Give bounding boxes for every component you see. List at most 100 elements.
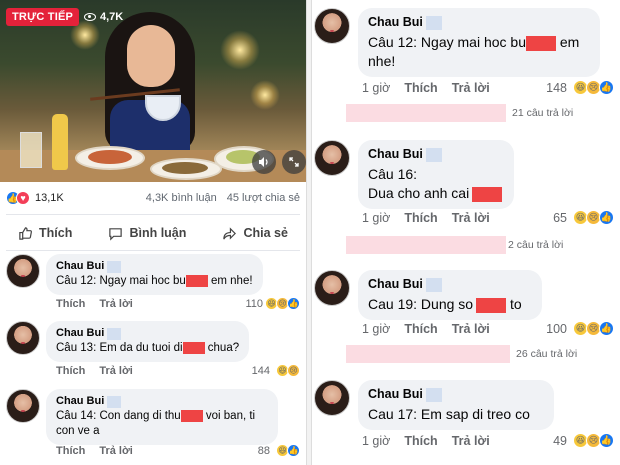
comment-like-link[interactable]: Thích (56, 445, 85, 457)
like-button[interactable]: Thích (18, 226, 72, 241)
view-replies[interactable]: 2 câu trả lời (346, 236, 614, 254)
redaction-box (182, 341, 205, 354)
comment-reaction-count[interactable]: 49 😆 😢 👍 (553, 433, 614, 448)
comment-bubble: Chau Bui Câu 16: Dua cho anh cai (358, 140, 514, 209)
reply-count-label[interactable]: 2 câu trả lời (508, 239, 563, 251)
comment-item: Chau Bui Câu 12: Ngay mai hoc bu em nhe! (314, 8, 600, 77)
like-icon: 👍 (287, 444, 300, 457)
hidden-reply-preview (346, 345, 510, 363)
comment-reaction-count[interactable]: 88 😆 👍 (258, 444, 300, 457)
reply-count-label[interactable]: 26 câu trả lời (516, 348, 577, 360)
hidden-reply-preview (346, 236, 506, 254)
comment-reaction-count[interactable]: 148 😆 😢 👍 (546, 80, 614, 95)
live-badge: TRỰC TIẾP (6, 8, 80, 26)
comment-button-label: Bình luận (129, 226, 187, 240)
blurred-name (425, 147, 442, 162)
comment-reaction-count[interactable]: 144 😆 😢 (252, 364, 300, 377)
comment-meta: 1 giờ Thích Trả lời 65 😆 😢 👍 (362, 210, 614, 225)
redaction-box (472, 186, 503, 202)
comment-item: Chau Bui Câu 13: Em da du tuoi di chua? (6, 321, 250, 362)
comment-reply-link[interactable]: Trả lời (99, 445, 133, 457)
comment-button[interactable]: Bình luận (108, 226, 186, 241)
comment-reaction-count[interactable]: 100 😆 😢 👍 (546, 321, 614, 336)
blurred-name (425, 387, 442, 402)
like-icon: 👍 (287, 297, 300, 310)
fullscreen-button[interactable] (282, 150, 306, 174)
comment-like-link[interactable]: Thích (56, 298, 85, 310)
avatar[interactable] (314, 380, 350, 416)
speaker-icon (259, 157, 268, 167)
reply-count-label[interactable]: 21 câu trả lời (512, 107, 573, 119)
blurred-name (425, 277, 442, 292)
comment-reply-link[interactable]: Trả lời (452, 322, 490, 336)
comment-like-link[interactable]: Thích (404, 211, 437, 225)
comment-meta: 1 giờ Thích Trả lời 100 😆 😢 👍 (362, 321, 614, 336)
avatar[interactable] (6, 254, 40, 288)
avatar[interactable] (314, 8, 350, 44)
comment-like-link[interactable]: Thích (56, 365, 85, 377)
comment-author[interactable]: Chau Bui (368, 145, 423, 164)
love-reaction-icon: ♥ (16, 191, 30, 205)
eye-icon (84, 13, 96, 21)
blurred-name (107, 395, 122, 408)
comment-text: Câu 14: Con dang di thu voi ban, ti con v… (56, 409, 256, 437)
comment-author[interactable]: Chau Bui (368, 13, 423, 32)
view-replies[interactable]: 21 câu trả lời (346, 104, 614, 122)
comment-count[interactable]: 4,3K bình luận (146, 192, 217, 204)
share-button[interactable]: Chia sẻ (222, 226, 288, 241)
comment-bubble: Chau Bui Câu 12: Ngay mai hoc bu em nhe! (46, 254, 263, 295)
reaction-icons: 👍 ♥ (6, 191, 30, 205)
comment-reply-link[interactable]: Trả lời (99, 298, 133, 310)
comment-reply-link[interactable]: Trả lời (452, 81, 490, 95)
divider (6, 214, 300, 215)
comment-item: Chau Bui Câu 14: Con dang di thu voi ban… (6, 389, 278, 445)
share-arrow-icon (223, 226, 237, 240)
expand-icon (289, 157, 299, 167)
comment-like-link[interactable]: Thích (404, 322, 437, 336)
action-bar: Thích Bình luận Chia sẻ (0, 218, 306, 248)
comment-author[interactable]: Chau Bui (56, 259, 104, 274)
comment-reaction-count[interactable]: 110 😆 😢 👍 (245, 297, 300, 310)
share-count[interactable]: 45 lượt chia sẻ (227, 192, 300, 204)
avatar[interactable] (314, 270, 350, 306)
volume-button[interactable] (252, 150, 276, 174)
comment-bubble: Chau Bui Câu 12: Ngay mai hoc bu em nhe! (358, 8, 600, 77)
blurred-name (107, 327, 122, 340)
redaction-box (476, 297, 507, 313)
comment-author[interactable]: Chau Bui (56, 326, 104, 341)
comment-bubble: Chau Bui Cau 17: Em sap di treo co (358, 380, 554, 430)
comment-item: Chau Bui Câu 16: Dua cho anh cai (314, 140, 514, 209)
thumbs-up-icon (19, 226, 32, 240)
left-screenshot-panel: TRỰC TIẾP 4,7K 👍 ♥ 13,1K 4,3K bình luận … (0, 0, 306, 465)
comment-reply-link[interactable]: Trả lời (452, 434, 490, 448)
avatar[interactable] (6, 321, 40, 355)
comment-author[interactable]: Chau Bui (56, 394, 104, 409)
comment-time: 1 giờ (362, 321, 391, 336)
speech-bubble-icon (109, 227, 123, 241)
comment-reaction-count[interactable]: 65 😆 😢 👍 (553, 210, 614, 225)
live-video[interactable]: TRỰC TIẾP 4,7K (0, 0, 306, 182)
redaction-box (185, 274, 208, 287)
reaction-count[interactable]: 13,1K (35, 192, 64, 204)
comment-item: Chau Bui Cau 19: Dung so to (314, 270, 542, 320)
sad-icon: 😢 (287, 364, 300, 377)
comment-like-link[interactable]: Thích (404, 81, 437, 95)
comment-meta: Thích Trả lời 88 😆 👍 (56, 444, 300, 457)
comment-like-link[interactable]: Thích (404, 434, 437, 448)
comment-author[interactable]: Chau Bui (368, 385, 423, 404)
comment-time: 1 giờ (362, 80, 391, 95)
avatar[interactable] (314, 140, 350, 176)
comment-author[interactable]: Chau Bui (368, 275, 423, 294)
comment-text: Câu 16: Dua cho anh cai (368, 165, 504, 203)
avatar[interactable] (6, 389, 40, 423)
comment-reply-link[interactable]: Trả lời (99, 365, 133, 377)
like-button-label: Thích (39, 226, 73, 240)
view-replies[interactable]: 26 câu trả lời (346, 345, 614, 363)
comment-reply-link[interactable]: Trả lời (452, 211, 490, 225)
comment-time: 1 giờ (362, 433, 391, 448)
comment-text: Cau 17: Em sap di treo co (368, 406, 530, 422)
post-stats: 👍 ♥ 13,1K 4,3K bình luận 45 lượt chia sẻ (0, 186, 306, 210)
share-button-label: Chia sẻ (243, 226, 288, 240)
comment-meta: Thích Trả lời 110 😆 😢 👍 (56, 297, 300, 310)
comment-text: Cau 19: Dung so to (368, 296, 522, 313)
